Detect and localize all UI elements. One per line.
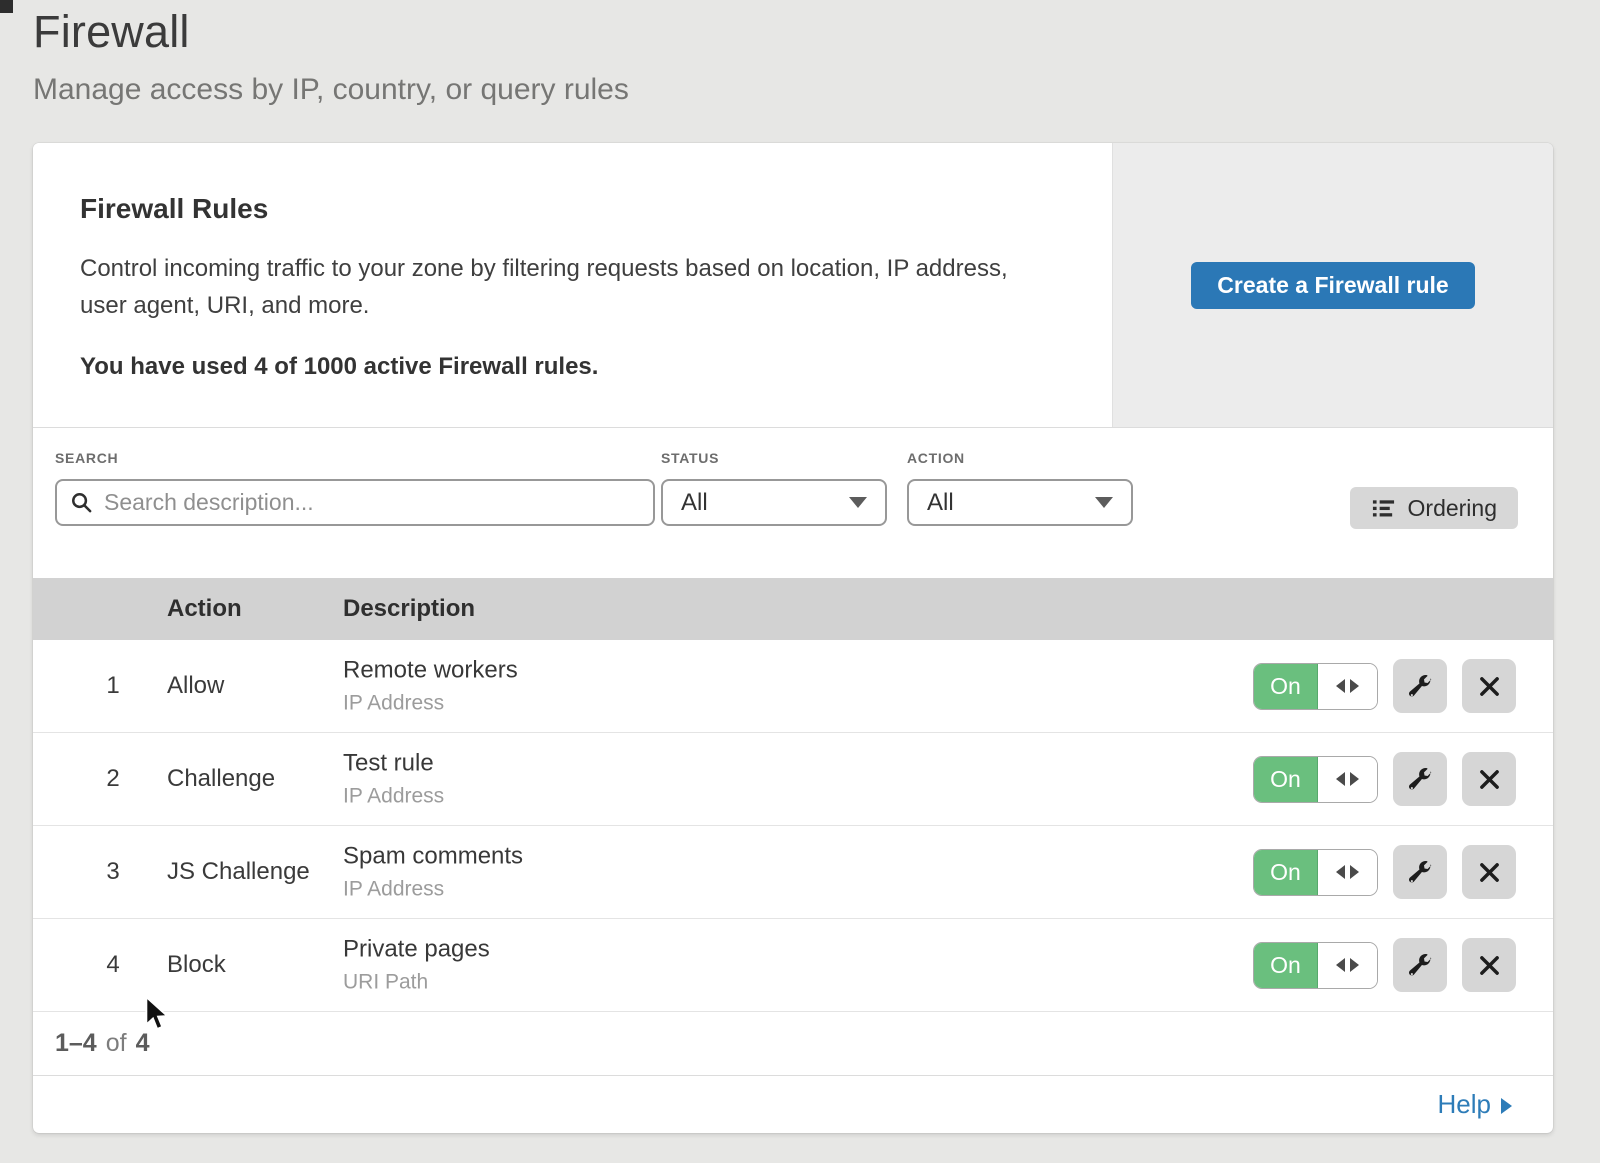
rule-type: IP Address	[343, 785, 444, 809]
wrench-icon	[1409, 675, 1432, 698]
rule-description: Test rule IP Address	[343, 750, 444, 809]
column-header-description: Description	[343, 578, 475, 640]
status-selected-value: All	[681, 489, 708, 517]
status-label: STATUS	[661, 450, 887, 466]
rule-title: Remote workers	[343, 657, 518, 685]
create-firewall-rule-button[interactable]: Create a Firewall rule	[1191, 262, 1474, 309]
rule-type: URI Path	[343, 971, 490, 995]
firewall-rules-card: Firewall Rules Control incoming traffic …	[33, 143, 1553, 1133]
wrench-icon	[1409, 768, 1432, 791]
delete-rule-button[interactable]	[1462, 938, 1516, 992]
window-corner-artifact	[0, 0, 13, 13]
search-icon	[70, 491, 93, 514]
rule-priority: 4	[93, 919, 133, 1011]
search-input[interactable]	[102, 488, 640, 517]
close-x-icon	[1479, 676, 1500, 697]
rule-type: IP Address	[343, 692, 518, 716]
rule-action: Block	[167, 919, 226, 1011]
rules-usage-text: You have used 4 of 1000 active Firewall …	[80, 353, 1065, 381]
rule-priority: 3	[93, 826, 133, 918]
rule-controls: On	[1253, 826, 1516, 918]
section-heading: Firewall Rules	[80, 193, 1065, 225]
firewall-rules-intro: Firewall Rules Control incoming traffic …	[33, 143, 1112, 427]
chevron-down-icon	[1095, 497, 1113, 508]
toggle-on-label: On	[1254, 850, 1318, 895]
table-header: Action Description	[33, 578, 1553, 640]
delete-rule-button[interactable]	[1462, 659, 1516, 713]
column-header-action: Action	[167, 578, 242, 640]
rule-description: Private pages URI Path	[343, 936, 490, 995]
rule-title: Test rule	[343, 750, 444, 778]
rules-table-body: 1 Allow Remote workers IP Address On	[33, 640, 1553, 1012]
action-select[interactable]: All	[907, 479, 1133, 526]
ordering-button-label: Ordering	[1408, 495, 1497, 522]
card-footer: Help	[33, 1076, 1553, 1133]
table-row: 3 JS Challenge Spam comments IP Address …	[33, 826, 1553, 919]
toggle-arrows-icon	[1318, 664, 1377, 709]
page-subtitle: Manage access by IP, country, or query r…	[33, 73, 629, 107]
toggle-on-label: On	[1254, 943, 1318, 988]
help-link-label: Help	[1438, 1089, 1491, 1120]
rule-priority: 1	[93, 640, 133, 732]
edit-rule-button[interactable]	[1393, 752, 1447, 806]
toggle-arrows-icon	[1318, 757, 1377, 802]
close-x-icon	[1479, 955, 1500, 976]
rule-description: Spam comments IP Address	[343, 843, 523, 902]
rule-description: Remote workers IP Address	[343, 657, 518, 716]
close-x-icon	[1479, 862, 1500, 883]
rule-enabled-toggle[interactable]: On	[1253, 756, 1378, 803]
wrench-icon	[1409, 861, 1432, 884]
rule-title: Private pages	[343, 936, 490, 964]
create-rule-panel: Create a Firewall rule	[1112, 143, 1553, 427]
edit-rule-button[interactable]	[1393, 938, 1447, 992]
table-row: 1 Allow Remote workers IP Address On	[33, 640, 1553, 733]
toggle-arrows-icon	[1318, 850, 1377, 895]
pagination-of: of	[106, 1029, 127, 1058]
search-filter-group: SEARCH	[55, 450, 655, 526]
search-label: SEARCH	[55, 450, 655, 466]
rule-title: Spam comments	[343, 843, 523, 871]
edit-rule-button[interactable]	[1393, 845, 1447, 899]
action-selected-value: All	[927, 489, 954, 517]
ordered-list-icon	[1371, 496, 1396, 521]
search-input-wrap[interactable]	[55, 479, 655, 526]
pagination-range: 1–4	[55, 1029, 97, 1058]
chevron-down-icon	[849, 497, 867, 508]
delete-rule-button[interactable]	[1462, 845, 1516, 899]
rule-controls: On	[1253, 733, 1516, 825]
table-row: 4 Block Private pages URI Path On	[33, 919, 1553, 1012]
edit-rule-button[interactable]	[1393, 659, 1447, 713]
rule-controls: On	[1253, 640, 1516, 732]
rule-controls: On	[1253, 919, 1516, 1011]
filters-bar: SEARCH STATUS All ACTION All	[33, 428, 1553, 578]
rule-action: Challenge	[167, 733, 275, 825]
rule-enabled-toggle[interactable]: On	[1253, 942, 1378, 989]
table-row: 2 Challenge Test rule IP Address On	[33, 733, 1553, 826]
toggle-arrows-icon	[1318, 943, 1377, 988]
rule-enabled-toggle[interactable]: On	[1253, 663, 1378, 710]
status-select[interactable]: All	[661, 479, 887, 526]
arrow-right-icon	[1501, 1098, 1512, 1114]
wrench-icon	[1409, 954, 1432, 977]
status-filter-group: STATUS All	[661, 450, 887, 526]
close-x-icon	[1479, 769, 1500, 790]
firewall-rules-intro-section: Firewall Rules Control incoming traffic …	[33, 143, 1553, 428]
help-link[interactable]: Help	[1438, 1089, 1512, 1120]
toggle-on-label: On	[1254, 757, 1318, 802]
delete-rule-button[interactable]	[1462, 752, 1516, 806]
rule-priority: 2	[93, 733, 133, 825]
section-description: Control incoming traffic to your zone by…	[80, 250, 1030, 324]
ordering-button[interactable]: Ordering	[1350, 487, 1518, 529]
rule-action: JS Challenge	[167, 826, 310, 918]
pagination-bar: 1–4 of 4	[33, 1012, 1553, 1076]
mouse-cursor	[144, 996, 172, 1037]
rule-enabled-toggle[interactable]: On	[1253, 849, 1378, 896]
page-header: Firewall Manage access by IP, country, o…	[33, 6, 629, 107]
toggle-on-label: On	[1254, 664, 1318, 709]
page-title: Firewall	[33, 6, 629, 58]
action-label: ACTION	[907, 450, 1133, 466]
rule-action: Allow	[167, 640, 224, 732]
action-filter-group: ACTION All	[907, 450, 1133, 526]
rule-type: IP Address	[343, 878, 523, 902]
